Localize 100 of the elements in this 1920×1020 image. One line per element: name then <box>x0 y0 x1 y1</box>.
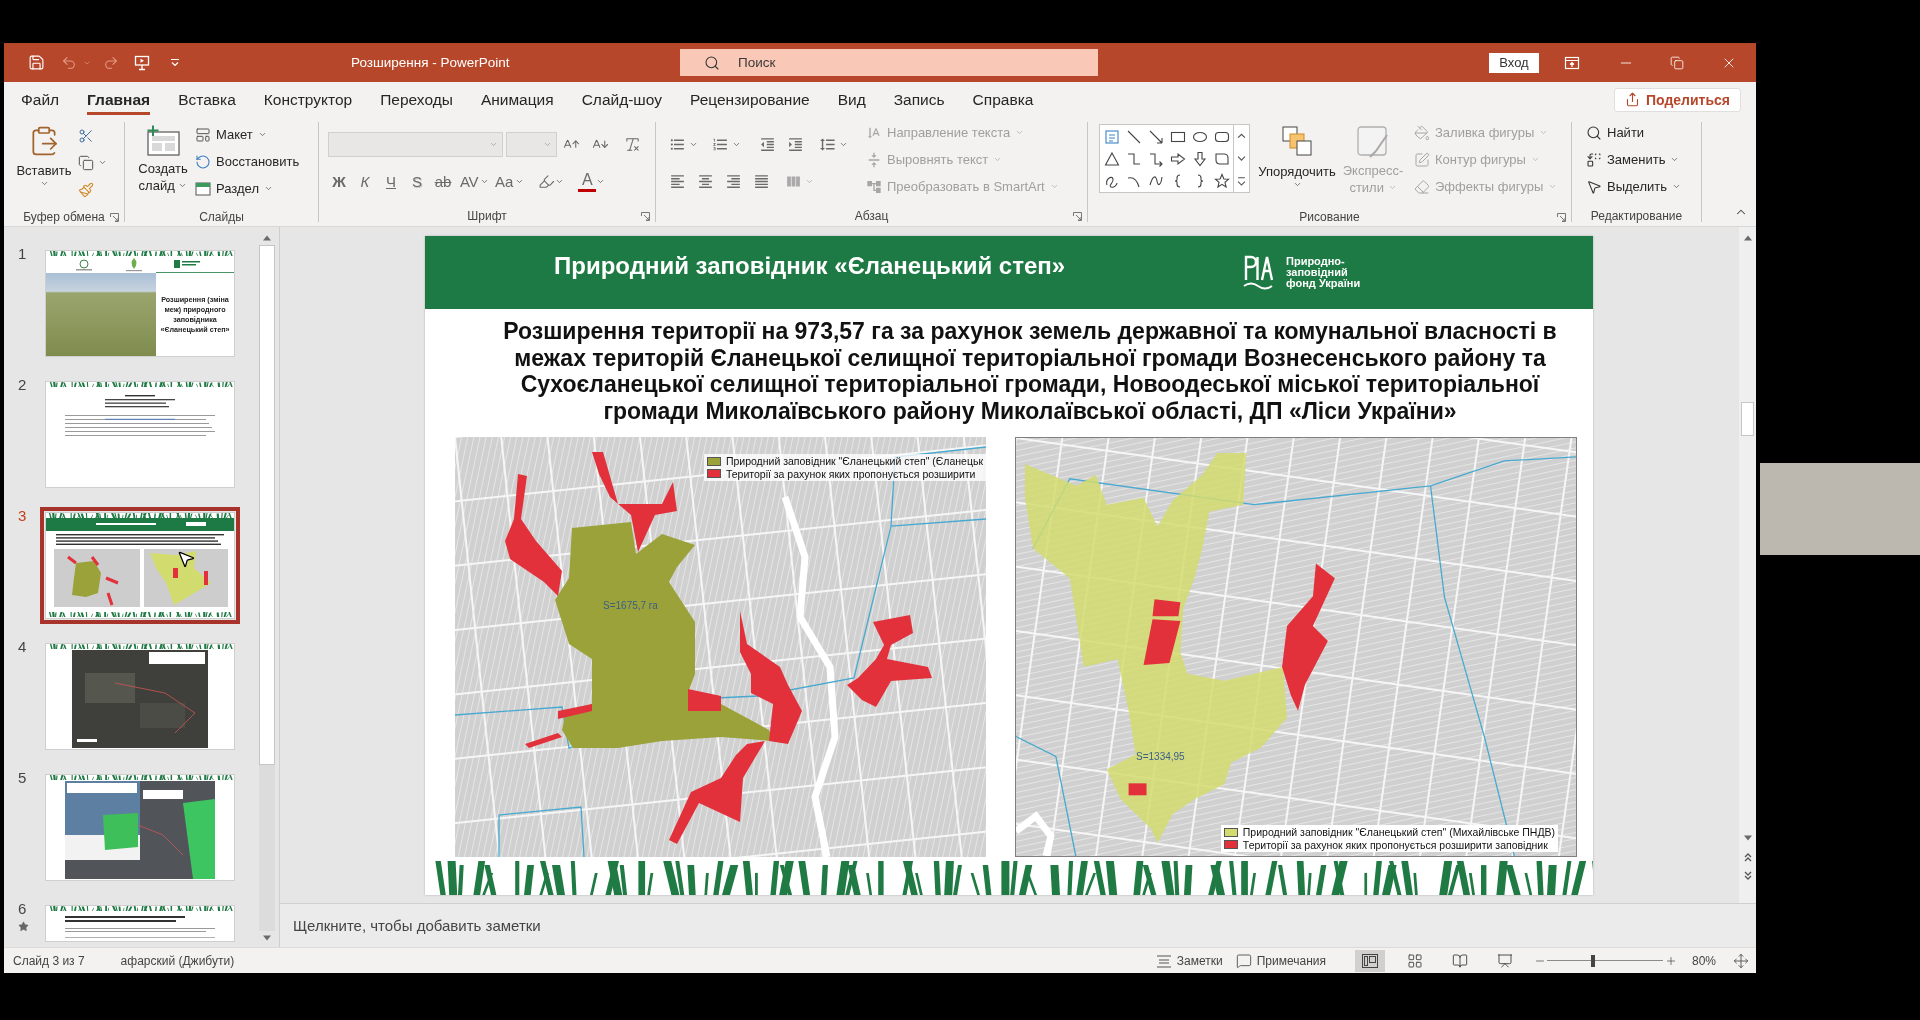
grid-icon <box>1406 952 1423 969</box>
arrange-button[interactable]: Упорядочить <box>1254 117 1340 207</box>
group-label: Шрифт <box>467 209 507 224</box>
ribbon-tab[interactable]: Слайд-шоу <box>567 82 676 117</box>
caret-icon[interactable] <box>98 158 107 167</box>
paste-button[interactable]: Вставить <box>16 117 72 207</box>
caret-icon <box>1015 128 1025 137</box>
dialog-launcher-icon[interactable] <box>1073 212 1082 222</box>
group-label: Редактирование <box>1590 209 1683 224</box>
format-button[interactable]: S <box>406 169 428 193</box>
rectangle-icon[interactable] <box>1170 129 1186 145</box>
slide-number: 3 <box>18 507 27 525</box>
ribbon-tab[interactable]: Вставка <box>164 82 250 117</box>
slide-thumbnail[interactable] <box>40 507 240 624</box>
font-size-field[interactable] <box>506 132 557 157</box>
select-button[interactable]: Выделить <box>1584 173 1683 200</box>
presentation-icon[interactable] <box>134 54 150 71</box>
format-button[interactable]: К <box>354 169 376 193</box>
save-icon[interactable] <box>28 54 45 71</box>
justify-icon[interactable] <box>753 172 770 190</box>
highlighter-icon[interactable] <box>538 172 556 190</box>
ribbon-tab[interactable]: Главная <box>73 82 165 117</box>
paint-bucket-icon <box>1414 124 1430 141</box>
align-center-icon[interactable] <box>697 172 714 190</box>
format-button[interactable]: Ж <box>328 169 350 193</box>
scissors-icon[interactable] <box>78 127 94 144</box>
rounded-corner-shape-icon[interactable] <box>1214 151 1230 167</box>
new-slide-button[interactable]: Создать слайд <box>136 117 190 207</box>
dialog-launcher-icon[interactable] <box>1557 213 1566 222</box>
align-right-icon[interactable] <box>725 172 742 190</box>
dropdown-icon[interactable] <box>169 56 181 69</box>
triangle-icon[interactable] <box>1104 151 1120 167</box>
caret-icon <box>1292 180 1302 189</box>
reset-button[interactable]: Восстановить <box>193 148 302 175</box>
zoom-level: 80% <box>1691 953 1716 968</box>
four-arrows-icon[interactable] <box>1733 952 1749 969</box>
layout-button[interactable]: Макет <box>193 121 302 148</box>
group-label: Рисование <box>1299 209 1360 224</box>
ribbon-tab[interactable]: Справка <box>958 82 1048 117</box>
copy-icon[interactable] <box>78 154 94 171</box>
align-left-icon[interactable] <box>669 172 686 190</box>
align-middle-icon <box>866 151 882 168</box>
legend-label: Природний заповідник "Єланецький степ" (Михайлівське ПНДВ) <box>1242 826 1555 839</box>
indent-decrease-icon[interactable] <box>759 135 776 153</box>
format-button[interactable]: AV <box>458 169 480 193</box>
ribbon-tab[interactable]: Запись <box>879 82 959 117</box>
ribbon-tab[interactable]: Конструктор <box>249 82 367 117</box>
elbow-arrow-icon[interactable] <box>1148 151 1164 167</box>
paintbrush-icon[interactable] <box>78 181 94 198</box>
font-name-field[interactable] <box>328 132 503 157</box>
notes-button[interactable]: Заметки <box>1155 949 1223 972</box>
arrow-icon[interactable] <box>1148 129 1164 145</box>
oval-icon[interactable] <box>1192 129 1208 145</box>
search-field[interactable]: Поиск <box>680 49 1098 76</box>
shapes-gallery[interactable] <box>1099 124 1250 193</box>
replace-button[interactable]: Заменить <box>1584 146 1683 173</box>
zoom-slider-thumb[interactable] <box>1591 954 1596 967</box>
indent-increase-icon[interactable] <box>787 135 804 153</box>
scrollbar-thumb[interactable] <box>1741 402 1754 436</box>
dialog-launcher-icon[interactable] <box>110 213 119 222</box>
river-line <box>1016 811 1055 856</box>
slide-number: 5 <box>18 769 27 787</box>
find-button[interactable]: Найти <box>1584 119 1683 146</box>
restore-icon[interactable] <box>1670 55 1684 70</box>
section-button[interactable]: Раздел <box>193 175 302 202</box>
panel-icon <box>195 180 211 197</box>
ribbon-tab[interactable]: Рецензирование <box>676 82 824 117</box>
share-button[interactable]: Поделиться <box>1613 87 1741 112</box>
view-button[interactable] <box>1354 949 1385 972</box>
scrollbar-thumb[interactable] <box>259 245 275 765</box>
ribbon-tab[interactable]: Файл <box>7 82 74 117</box>
font-color-button[interactable]: A <box>578 170 597 192</box>
group-label: Слайды <box>199 209 244 224</box>
format-button[interactable]: Ч <box>380 169 402 193</box>
layout-icon <box>195 126 211 143</box>
comments-button[interactable]: Примечания <box>1235 949 1326 972</box>
zoom-in-icon[interactable] <box>1664 954 1677 967</box>
format-button[interactable]: ab <box>432 169 454 193</box>
ribbon-tab[interactable]: Вид <box>823 82 880 117</box>
eraser-icon <box>1414 178 1430 195</box>
lines-icon <box>1155 953 1172 968</box>
down-arrow-icon[interactable] <box>1192 151 1208 167</box>
dialog-launcher-icon[interactable] <box>641 212 650 222</box>
slide-number: 4 <box>18 638 27 656</box>
rounded-rectangle-icon[interactable] <box>1214 129 1230 145</box>
notes-field[interactable]: Щелкните, чтобы добавить заметки <box>280 903 1756 947</box>
area-label: S=1675,7 га <box>603 600 658 611</box>
circular-arrow-icon <box>195 153 211 170</box>
elbow-connector-icon[interactable] <box>1126 151 1142 167</box>
format-button[interactable]: Aa <box>493 169 516 193</box>
hierarchy-icon <box>866 178 882 195</box>
clear-formatting-icon[interactable] <box>624 136 641 153</box>
caret-icon <box>1530 155 1540 164</box>
ribbon-tab[interactable]: Анимация <box>466 82 568 117</box>
caret-icon <box>1049 182 1059 191</box>
sign-in-button[interactable]: Вход <box>1489 52 1539 73</box>
ribbon-tab[interactable]: Переходы <box>366 82 467 117</box>
star-icon[interactable] <box>1214 173 1230 189</box>
line-icon[interactable] <box>1126 129 1142 145</box>
block-arrow-icon[interactable] <box>1170 151 1186 167</box>
